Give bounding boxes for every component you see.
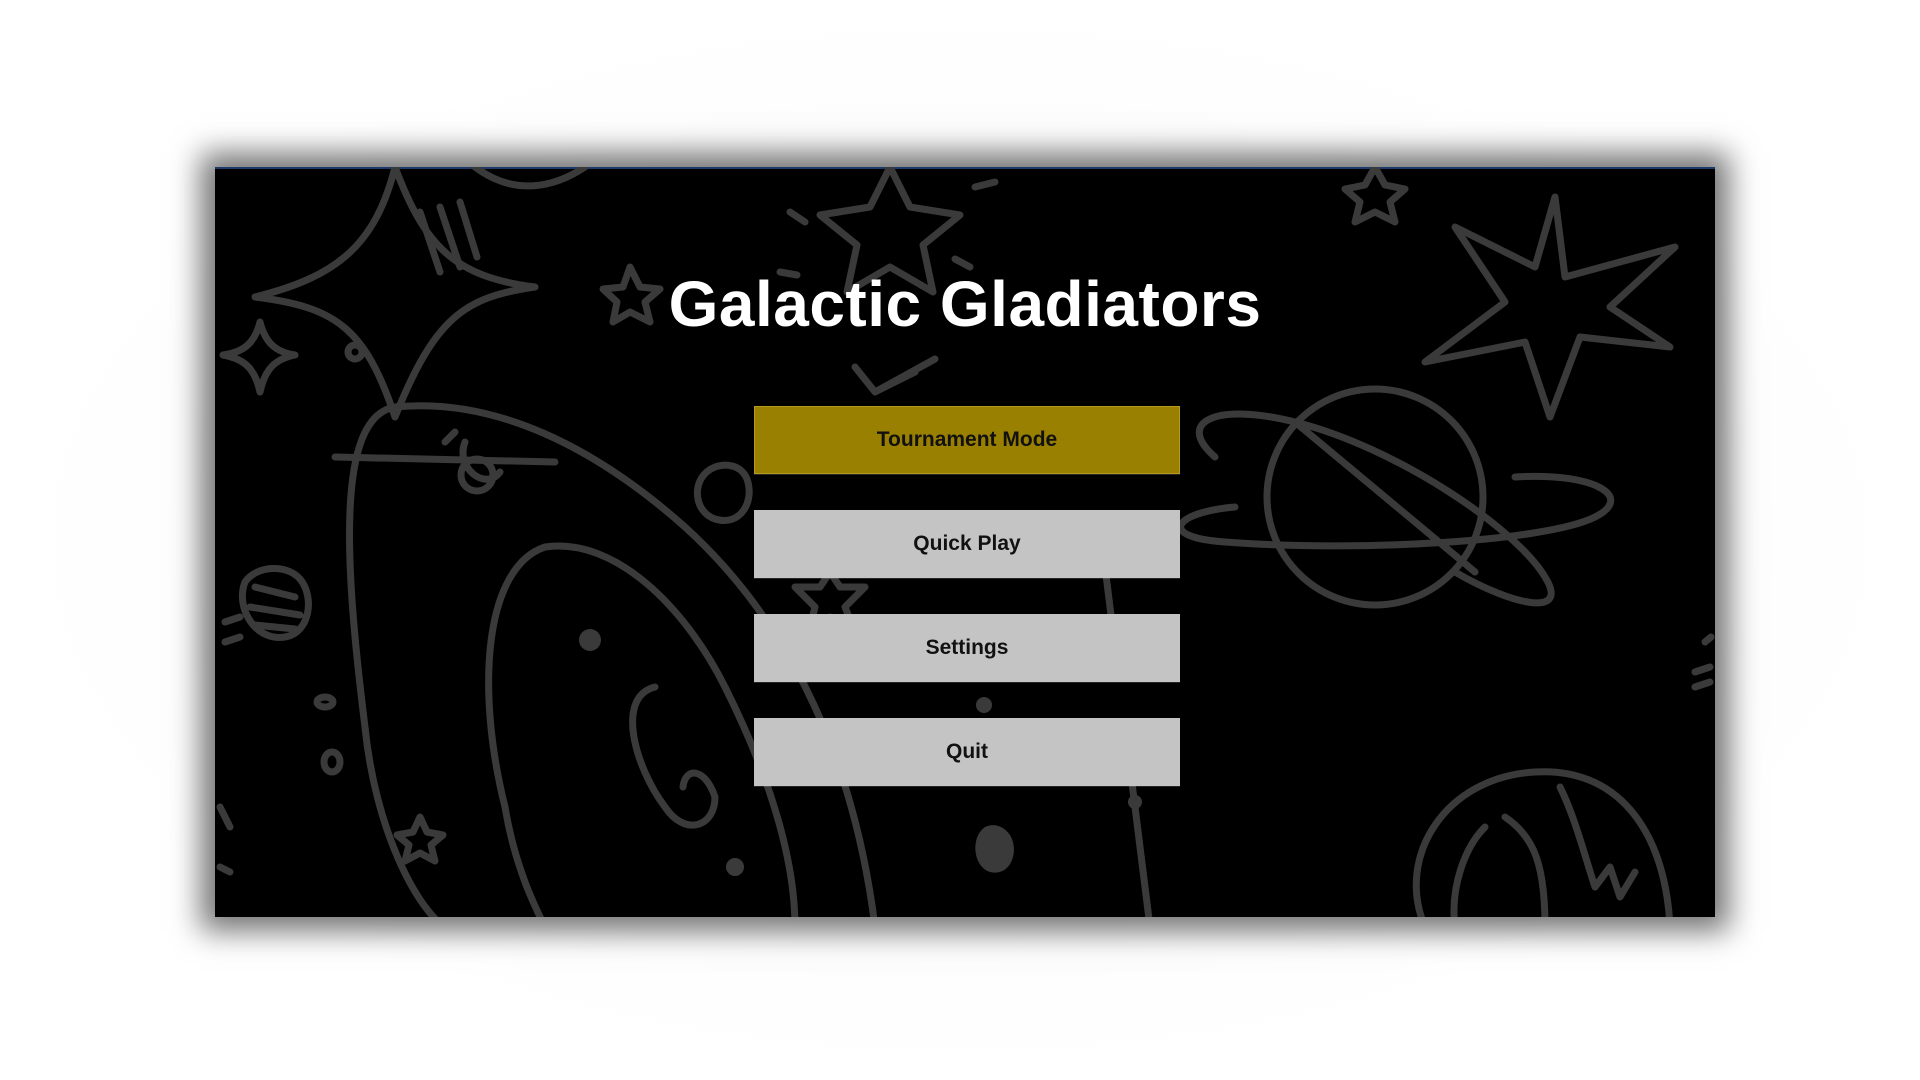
left-dashes bbox=[221, 613, 244, 646]
tiny-ring bbox=[344, 341, 366, 363]
sparkle-hatch bbox=[416, 198, 481, 276]
bottom-planet-stripes bbox=[1450, 783, 1639, 917]
left-edge-tick bbox=[216, 803, 234, 876]
saturn-outer-ring bbox=[1177, 472, 1615, 550]
galaxy-dot bbox=[579, 629, 601, 651]
corner-star-icon bbox=[1341, 167, 1409, 226]
game-title: Galactic Gladiators bbox=[668, 268, 1262, 340]
game-window: Galactic Gladiators Tournament Mode Quic… bbox=[215, 167, 1715, 917]
comet-arc bbox=[471, 167, 589, 190]
striped-planet-icon bbox=[238, 564, 312, 641]
quick-play-button[interactable]: Quick Play bbox=[754, 510, 1180, 578]
center-blob bbox=[975, 825, 1014, 873]
tournament-mode-button[interactable]: Tournament Mode bbox=[754, 406, 1180, 474]
small-oval-2 bbox=[320, 748, 344, 776]
star-dashes bbox=[776, 178, 999, 279]
main-menu: Tournament Mode Quick Play Settings Quit bbox=[754, 406, 1180, 822]
small-star-bottom-left bbox=[393, 813, 447, 865]
small-oval bbox=[313, 693, 337, 711]
screen-backdrop: Galactic Gladiators Tournament Mode Quic… bbox=[0, 0, 1920, 1080]
comet-streak bbox=[331, 428, 559, 483]
galaxy-dot-2 bbox=[726, 858, 744, 876]
right-edge-dashes bbox=[1691, 633, 1715, 691]
saturn-ring bbox=[1195, 410, 1555, 607]
asteroid-icon bbox=[693, 461, 753, 524]
settings-button[interactable]: Settings bbox=[754, 614, 1180, 682]
arrow-doodle bbox=[851, 355, 939, 396]
quit-button[interactable]: Quit bbox=[754, 718, 1180, 786]
